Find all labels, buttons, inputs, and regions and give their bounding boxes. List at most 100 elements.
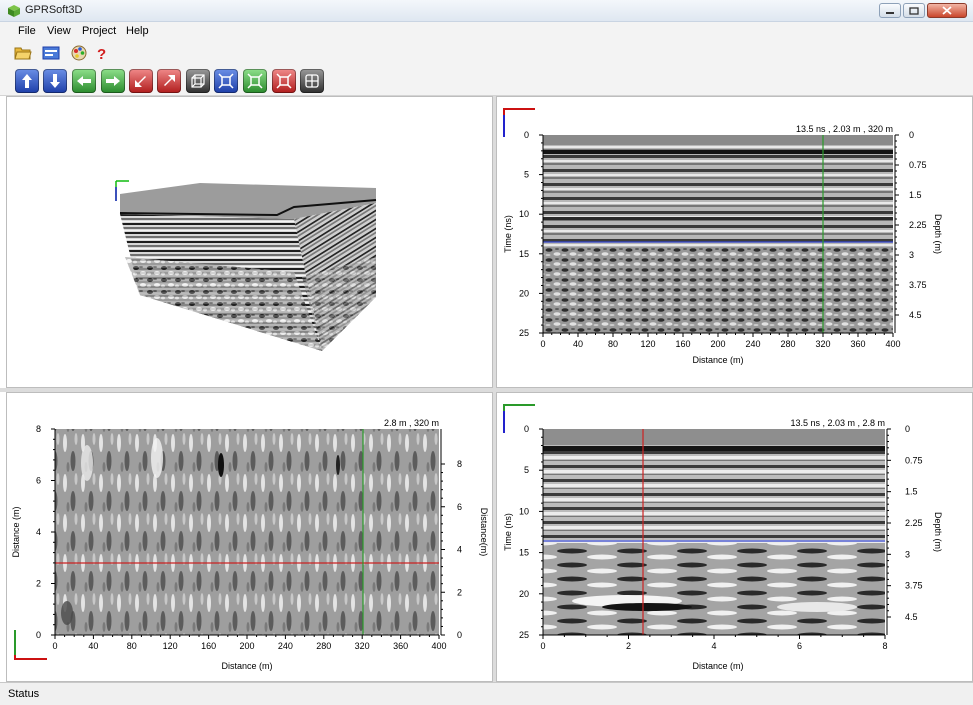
move-down-icon bbox=[50, 74, 60, 88]
y-tick-label-left: 20 bbox=[519, 288, 529, 298]
select-blue-button[interactable] bbox=[214, 69, 238, 93]
x-tick-label: 280 bbox=[316, 641, 331, 651]
cube-view-icon bbox=[191, 74, 205, 88]
y-axis-label-right: Distance(m) bbox=[479, 508, 489, 557]
y-tick-label-right: 0 bbox=[909, 130, 914, 140]
move-diagonal-down-button[interactable] bbox=[129, 69, 153, 93]
y-axis-label-left: Time (ns) bbox=[503, 215, 513, 253]
minimize-icon bbox=[886, 11, 894, 14]
close-button[interactable] bbox=[927, 3, 967, 18]
y-tick-label-right: 1.5 bbox=[905, 487, 918, 497]
cross-section-panel[interactable]: 13.5 ns , 2.03 m , 2.8 m 0 2 4 6 8 0 5 10 15 20 25… bbox=[496, 392, 973, 682]
depth-slice-panel[interactable]: 2.8 m , 320 m 0 40 80 120 160 200 240 280 320 360… bbox=[6, 392, 493, 682]
move-diagonal-down-icon bbox=[135, 76, 146, 87]
y-tick-label-right: 2 bbox=[457, 587, 462, 597]
x-tick-label: 6 bbox=[797, 641, 802, 651]
x-tick-label: 4 bbox=[711, 641, 716, 651]
title-bar: GPRSoft3D bbox=[0, 0, 973, 22]
time-distance-canvas[interactable]: 13.5 ns , 2.03 m , 320 m 0 40 80 120 160 200 2… bbox=[497, 97, 973, 388]
move-diagonal-up-button[interactable] bbox=[157, 69, 181, 93]
y-tick-label-right: 3.75 bbox=[909, 280, 927, 290]
move-up-button[interactable] bbox=[15, 69, 39, 93]
menu-help[interactable]: Help bbox=[126, 25, 149, 37]
help-button[interactable]: ? bbox=[92, 44, 110, 62]
y-tick-label-left: 8 bbox=[36, 424, 41, 434]
project-settings-button[interactable] bbox=[42, 44, 60, 62]
x-tick-label: 120 bbox=[640, 339, 655, 349]
select-red-button[interactable] bbox=[272, 69, 296, 93]
depth-slice-image bbox=[55, 429, 439, 635]
y-tick-label-right: 1.5 bbox=[909, 190, 922, 200]
x-tick-label: 8 bbox=[882, 641, 887, 651]
menu-bar: File View Project Help bbox=[0, 22, 973, 41]
x-tick-label: 320 bbox=[815, 339, 830, 349]
y-tick-label-left: 2 bbox=[36, 579, 41, 589]
menu-project[interactable]: Project bbox=[82, 25, 116, 37]
view-3d-canvas[interactable] bbox=[7, 97, 493, 388]
color-palette-icon bbox=[71, 45, 87, 61]
view-axis-gizmo-icon bbox=[503, 108, 535, 137]
move-diagonal-up-icon bbox=[164, 75, 175, 86]
color-palette-button[interactable] bbox=[70, 44, 88, 62]
x-tick-label: 200 bbox=[710, 339, 725, 349]
y-tick-label-right: 4 bbox=[457, 545, 462, 555]
select-green-button[interactable] bbox=[243, 69, 267, 93]
x-tick-label: 200 bbox=[239, 641, 254, 651]
x-tick-label: 240 bbox=[745, 339, 760, 349]
x-tick-label: 240 bbox=[278, 641, 293, 651]
view-3d-panel[interactable] bbox=[6, 96, 493, 388]
move-left-button[interactable] bbox=[72, 69, 96, 93]
minimize-button[interactable] bbox=[879, 3, 901, 18]
cube-view-button[interactable] bbox=[186, 69, 210, 93]
cross-section-canvas[interactable]: 13.5 ns , 2.03 m , 2.8 m 0 2 4 6 8 0 5 10 15 20 25… bbox=[497, 393, 973, 682]
view-axis-gizmo-icon bbox=[14, 630, 47, 660]
maximize-button[interactable] bbox=[903, 3, 925, 18]
y-tick-label-left: 20 bbox=[519, 589, 529, 599]
move-down-button[interactable] bbox=[43, 69, 67, 93]
y-tick-label-left: 4 bbox=[36, 527, 41, 537]
move-right-icon bbox=[106, 76, 120, 86]
cursor-readout: 2.8 m , 320 m bbox=[384, 418, 439, 428]
view-axis-gizmo-icon bbox=[503, 404, 535, 433]
x-tick-label: 400 bbox=[885, 339, 900, 349]
grid-button[interactable] bbox=[300, 69, 324, 93]
y-tick-label-left: 15 bbox=[519, 548, 529, 558]
y-tick-label-left: 6 bbox=[36, 476, 41, 486]
y-tick-label-right: 3 bbox=[905, 549, 910, 559]
y-tick-label-right: 0.75 bbox=[905, 455, 923, 465]
open-button[interactable] bbox=[14, 44, 32, 62]
y-tick-label-left: 0 bbox=[524, 424, 529, 434]
x-tick-label: 160 bbox=[201, 641, 216, 651]
time-distance-panel[interactable]: 13.5 ns , 2.03 m , 320 m 0 40 80 120 160 200 2… bbox=[496, 96, 973, 388]
x-tick-label: 160 bbox=[675, 339, 690, 349]
y-axis-label-left: Time (ns) bbox=[503, 513, 513, 551]
y-tick-label-left: 15 bbox=[519, 249, 529, 259]
navigation-toolbar bbox=[0, 65, 973, 96]
cursor-readout: 13.5 ns , 2.03 m , 320 m bbox=[796, 124, 893, 134]
radargram-image bbox=[543, 429, 885, 635]
x-tick-label: 80 bbox=[127, 641, 137, 651]
y-tick-label-right: 3.75 bbox=[905, 581, 923, 591]
y-tick-label-right: 3 bbox=[909, 250, 914, 260]
depth-slice-canvas[interactable]: 2.8 m , 320 m 0 40 80 120 160 200 240 280 320 360… bbox=[7, 393, 493, 682]
y-tick-label-right: 2.25 bbox=[905, 518, 923, 528]
x-axis-label: Distance (m) bbox=[692, 355, 743, 365]
x-tick-label: 280 bbox=[780, 339, 795, 349]
menu-file[interactable]: File bbox=[18, 25, 36, 37]
help-icon: ? bbox=[97, 46, 106, 61]
radargram-image bbox=[543, 135, 893, 333]
menu-view[interactable]: View bbox=[47, 25, 71, 37]
x-tick-label: 400 bbox=[431, 641, 446, 651]
y-tick-label-right: 0.75 bbox=[909, 160, 927, 170]
y-axis-label-right: Depth (m) bbox=[933, 214, 943, 254]
move-left-icon bbox=[77, 76, 91, 86]
move-up-icon bbox=[22, 74, 32, 88]
project-settings-icon bbox=[42, 46, 60, 60]
cursor-readout: 13.5 ns , 2.03 m , 2.8 m bbox=[790, 418, 885, 428]
y-tick-label-left: 5 bbox=[524, 170, 529, 180]
y-tick-label-right: 0 bbox=[905, 424, 910, 434]
move-right-button[interactable] bbox=[101, 69, 125, 93]
file-toolbar: ? bbox=[0, 41, 973, 65]
y-tick-label-right: 4.5 bbox=[905, 612, 918, 622]
x-axis-label: Distance (m) bbox=[692, 661, 743, 671]
